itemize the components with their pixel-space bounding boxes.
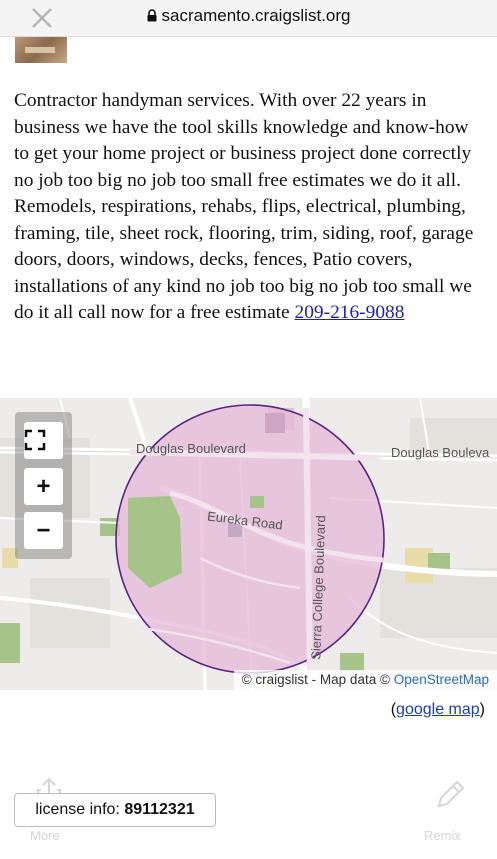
pencil-icon[interactable] — [433, 778, 467, 812]
zoom-in-button[interactable]: + — [24, 468, 63, 505]
license-number: 89112321 — [124, 801, 195, 818]
google-map-link-wrapper: (google map) — [391, 701, 485, 719]
listing-photo-thumbnail[interactable] — [15, 37, 67, 63]
license-label: license info: — [35, 801, 120, 818]
url-text: sacramento.craigslist.org — [161, 6, 351, 25]
paren-close: ) — [479, 701, 485, 718]
phone-link[interactable]: 209-216-9088 — [295, 302, 405, 323]
listing-description: Contractor handyman services. With over … — [14, 88, 484, 327]
lock-icon — [147, 9, 157, 22]
description-text-2: Remodels, respirations, rehabs, flips, e… — [14, 196, 474, 323]
openstreetmap-link[interactable]: OpenStreetMap — [394, 672, 489, 687]
google-map-link[interactable]: google map — [396, 701, 480, 718]
attribution-text: © craigslist - Map data © — [241, 672, 390, 687]
fullscreen-icon — [24, 429, 46, 451]
browser-address-bar: sacramento.craigslist.org — [0, 0, 497, 37]
map-attribution: © craigslist - Map data © OpenStreetMap — [233, 670, 497, 690]
description-paragraph-2: Remodels, respirations, rehabs, flips, e… — [14, 194, 484, 327]
remix-button[interactable]: Remix — [424, 828, 461, 843]
more-button[interactable]: More — [30, 828, 60, 843]
license-info: license info: 89112321 — [14, 793, 216, 827]
url-display[interactable]: sacramento.craigslist.org — [0, 6, 497, 26]
map[interactable]: Douglas Boulevard Douglas Bouleva Eureka… — [0, 398, 497, 690]
zoom-out-button[interactable]: − — [24, 512, 63, 549]
description-paragraph-1: Contractor handyman services. With over … — [14, 90, 472, 191]
fullscreen-button[interactable] — [24, 422, 63, 459]
map-tiles — [0, 398, 497, 690]
map-controls: + − — [15, 412, 72, 559]
map-label-douglas-boulevard-east: Douglas Bouleva — [391, 445, 490, 460]
map-label-douglas-boulevard: Douglas Boulevard — [136, 441, 246, 456]
